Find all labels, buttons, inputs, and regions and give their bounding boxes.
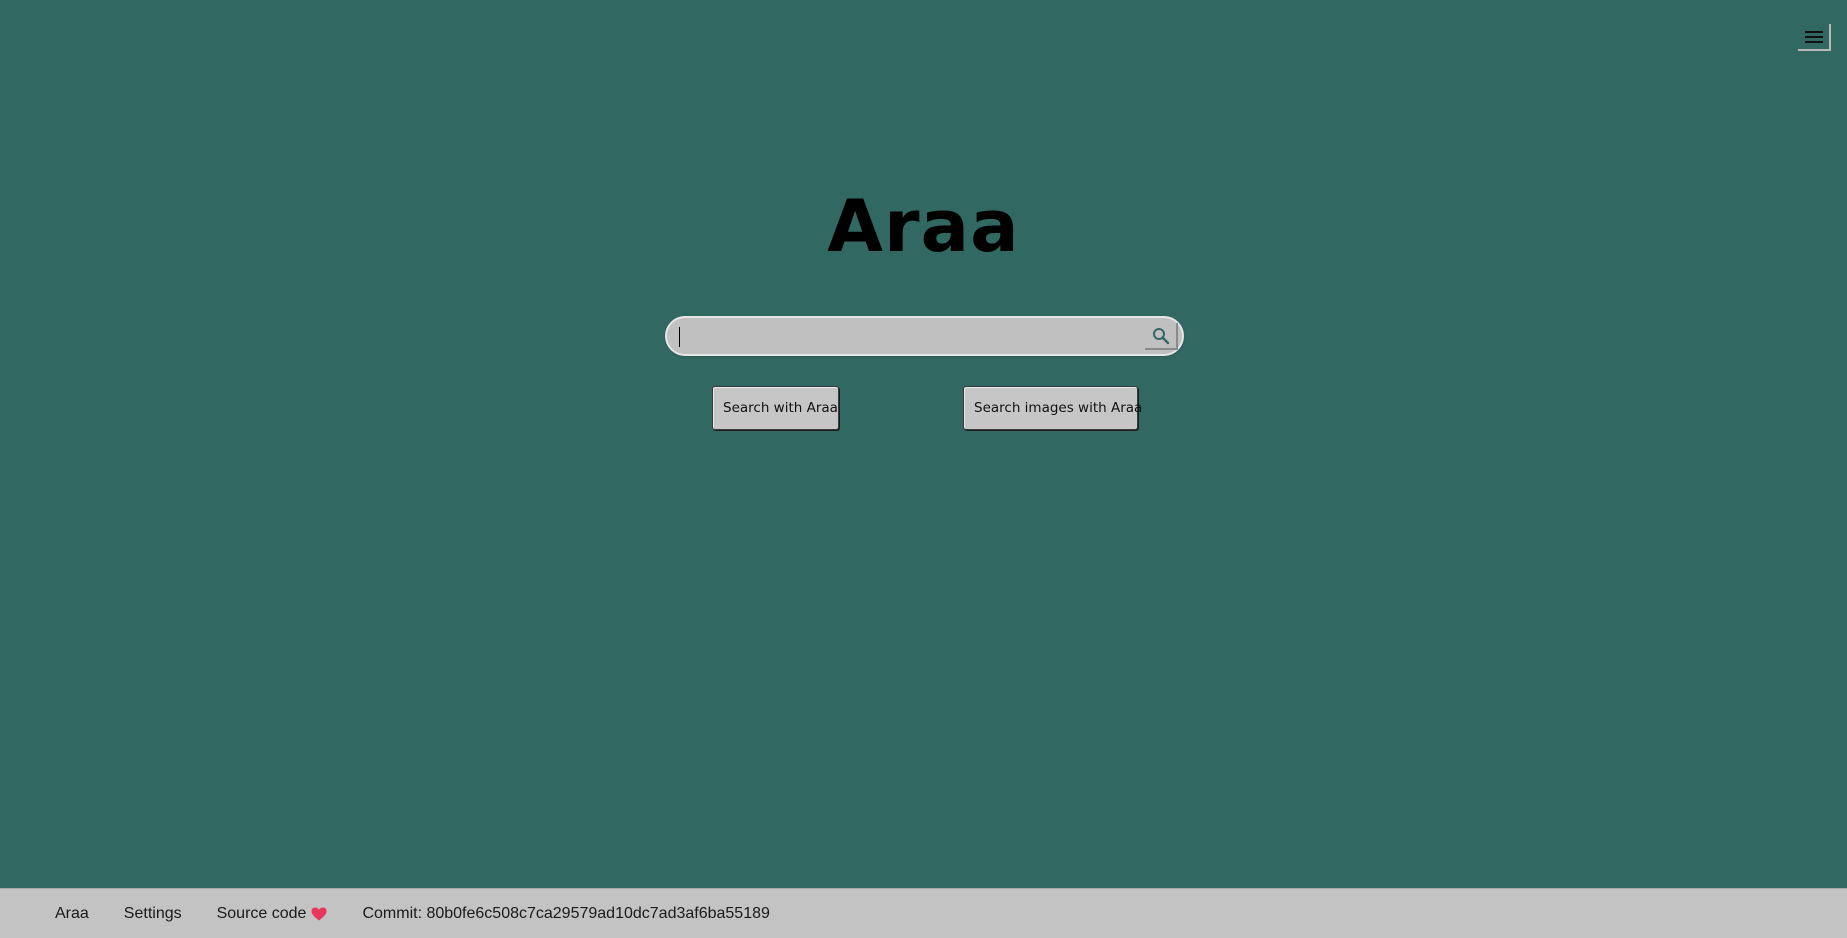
menu-button[interactable] — [1798, 24, 1831, 51]
footer-link-settings[interactable]: Settings — [124, 905, 182, 923]
search-bar — [665, 316, 1184, 356]
text-caret — [679, 327, 680, 347]
footer: Araa Settings Source code Commit: 80b0fe… — [0, 888, 1847, 938]
search-with-araa-button[interactable]: Search with Araa — [712, 386, 839, 430]
search-submit-button[interactable] — [1145, 323, 1178, 350]
commit-hash: Commit: 80b0fe6c508c7ca29579ad10dc7ad3af… — [362, 904, 770, 922]
footer-link-source-code[interactable]: Source code — [217, 905, 328, 923]
page-title: Araa — [827, 184, 1020, 268]
search-input[interactable] — [677, 322, 1121, 352]
search-icon — [1152, 327, 1169, 344]
footer-link-araa[interactable]: Araa — [55, 905, 89, 923]
page: Araa Search with Araa Search images with… — [0, 0, 1847, 938]
search-images-button[interactable]: Search images with Araa — [963, 386, 1142, 430]
hamburger-menu-icon — [1804, 30, 1823, 43]
heart-icon — [311, 907, 327, 920]
source-code-label: Source code — [216, 904, 307, 922]
